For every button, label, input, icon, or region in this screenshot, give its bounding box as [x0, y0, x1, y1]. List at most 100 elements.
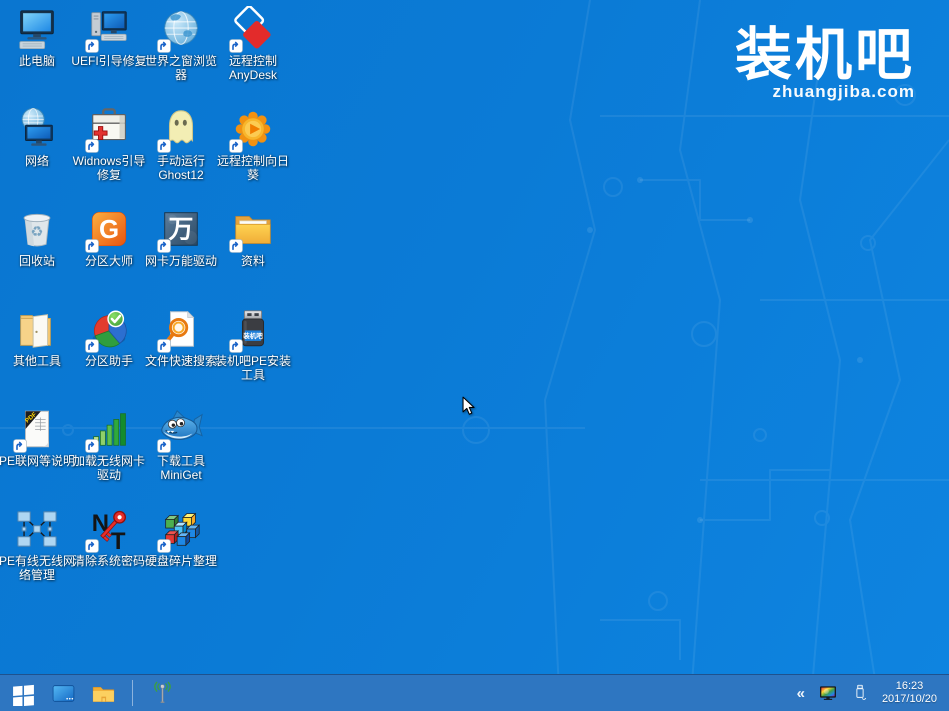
desktop-icon-network[interactable]: 网络 — [1, 106, 73, 202]
start-button[interactable] — [10, 680, 36, 706]
desktop-icon-twb-browser[interactable]: 世界之窗浏览器 — [145, 6, 217, 102]
desktop-icon-recycle-bin[interactable]: 回收站 — [1, 206, 73, 302]
brand-title: 装机吧 — [735, 24, 915, 86]
uefi-repair-icon — [86, 6, 132, 52]
desktop-icon-uefi-repair[interactable]: UEFI引导修复 — [73, 6, 145, 102]
diskgenius-icon — [86, 206, 132, 252]
desktop-icon-pe-net-manager[interactable]: PE有线无线网络管理 — [1, 506, 73, 602]
desktop-icon-label: 加载无线网卡驱动 — [69, 455, 149, 482]
desktop-icon-diskgenius[interactable]: 分区大师 — [73, 206, 145, 302]
tray-usb-button[interactable] — [850, 683, 871, 704]
desktop-icon-label: 资料 — [213, 255, 293, 269]
this-pc-icon — [14, 6, 60, 52]
shortcut-arrow-icon — [229, 239, 243, 253]
desktop-icon-this-pc[interactable]: 此电脑 — [1, 6, 73, 102]
shortcut-arrow-icon — [229, 339, 243, 353]
folder-icon — [91, 681, 116, 706]
shortcut-arrow-icon — [157, 39, 171, 53]
desktop-icon-file-search[interactable]: 文件快速搜索 — [145, 306, 217, 402]
shortcut-arrow-icon — [85, 39, 99, 53]
display-icon — [51, 681, 76, 706]
shortcut-arrow-icon — [85, 539, 99, 553]
file-search-icon — [158, 306, 204, 352]
desktop-icon-label: 下载工具MiniGet — [141, 455, 221, 482]
antenna-icon — [150, 681, 175, 706]
desktop-icon-label: 世界之窗浏览器 — [141, 55, 221, 82]
tray-clock[interactable]: 16:23 2017/10/20 — [882, 680, 937, 706]
shortcut-arrow-icon — [229, 139, 243, 153]
brand-url: zhuangjiba.com — [735, 82, 915, 102]
desktop-icon-miniget[interactable]: 下载工具MiniGet — [145, 406, 217, 502]
desktop-icon-label: 手动运行Ghost12 — [141, 155, 221, 182]
desktop-icon-ghost[interactable]: 手动运行Ghost12 — [145, 106, 217, 202]
clock-time: 16:23 — [882, 680, 937, 693]
shortcut-arrow-icon — [157, 339, 171, 353]
desktop-icon-label: PE联网等说明 — [0, 455, 77, 469]
desktop-icon-label: 远程控制向日葵 — [213, 155, 293, 182]
desktop-icon-sunflower[interactable]: 远程控制向日葵 — [217, 106, 289, 202]
twb-browser-icon — [158, 6, 204, 52]
color-display-icon — [818, 683, 838, 703]
desktop-icon-label: 分区助手 — [69, 355, 149, 369]
desktop-icon-label: PE有线无线网络管理 — [0, 555, 77, 582]
desktop-icon-label: 此电脑 — [0, 55, 77, 69]
desktop-icon-wifi-driver[interactable]: 加载无线网卡驱动 — [73, 406, 145, 502]
desktop-icon-label: 其他工具 — [0, 355, 77, 369]
desktop-icon-lan-driver[interactable]: 网卡万能驱动 — [145, 206, 217, 302]
desktop-icon-defrag[interactable]: 硬盘碎片整理 — [145, 506, 217, 602]
nt-password-icon — [86, 506, 132, 552]
file-explorer-button[interactable] — [90, 680, 116, 706]
recycle-bin-icon — [14, 206, 60, 252]
taskbar-separator — [132, 680, 133, 706]
defrag-icon — [158, 506, 204, 552]
shortcut-arrow-icon — [157, 139, 171, 153]
clock-date: 2017/10/20 — [882, 693, 937, 706]
desktop[interactable]: 装机吧 zhuangjiba.com 此电脑 UEFI引导修复 世界之窗浏览器 … — [0, 0, 949, 711]
wireless-tool-button[interactable] — [149, 680, 175, 706]
pe-net-manager-icon — [14, 506, 60, 552]
shortcut-arrow-icon — [85, 339, 99, 353]
desktop-icon-other-tools[interactable]: 其他工具 — [1, 306, 73, 402]
desktop-icon-label: 网卡万能驱动 — [141, 255, 221, 269]
windows-logo-icon — [11, 681, 36, 706]
tray-expand-chevron[interactable]: « — [795, 675, 807, 711]
shortcut-arrow-icon — [85, 239, 99, 253]
other-tools-icon — [14, 306, 60, 352]
desktop-icon-label: 文件快速搜索 — [141, 355, 221, 369]
partition-assistant-icon — [86, 306, 132, 352]
usb-drive-icon — [850, 683, 870, 703]
desktop-icon-label: 清除系统密码 — [69, 555, 149, 569]
tray-display-button[interactable] — [818, 683, 839, 704]
shortcut-arrow-icon — [85, 139, 99, 153]
ghost-icon — [158, 106, 204, 152]
taskbar-left — [0, 675, 175, 711]
shortcut-arrow-icon — [85, 439, 99, 453]
lan-driver-icon — [158, 206, 204, 252]
show-desktop-button[interactable] — [50, 680, 76, 706]
desktop-icon-pe-installer[interactable]: 装机吧PE安装工具 — [217, 306, 289, 402]
desktop-icon-label: 回收站 — [0, 255, 77, 269]
desktop-icon-label: 分区大师 — [69, 255, 149, 269]
desktop-icon-label: 网络 — [0, 155, 77, 169]
desktop-icon-label: 装机吧PE安装工具 — [213, 355, 293, 382]
desktop-icon-partition-assistant[interactable]: 分区助手 — [73, 306, 145, 402]
desktop-icon-docs-folder[interactable]: 资料 — [217, 206, 289, 302]
desktop-icon-pdf-readme[interactable]: PE联网等说明 — [1, 406, 73, 502]
windows-repair-icon — [86, 106, 132, 152]
desktop-icon-anydesk[interactable]: 远程控制AnyDesk — [217, 6, 289, 102]
taskbar: « 16:23 2017/10/20 — [0, 674, 949, 711]
shortcut-arrow-icon — [157, 539, 171, 553]
brand-watermark: 装机吧 zhuangjiba.com — [735, 24, 915, 102]
pe-installer-icon — [230, 306, 276, 352]
mouse-cursor — [462, 396, 475, 416]
desktop-icon-label: 硬盘碎片整理 — [141, 555, 221, 569]
desktop-icon-nt-password[interactable]: 清除系统密码 — [73, 506, 145, 602]
docs-folder-icon — [230, 206, 276, 252]
desktop-icon-windows-repair[interactable]: Widnows引导修复 — [73, 106, 145, 202]
shortcut-arrow-icon — [157, 239, 171, 253]
anydesk-icon — [230, 6, 276, 52]
shortcut-arrow-icon — [229, 39, 243, 53]
desktop-icon-label: UEFI引导修复 — [69, 55, 149, 69]
desktop-icon-label: Widnows引导修复 — [69, 155, 149, 182]
network-icon — [14, 106, 60, 152]
